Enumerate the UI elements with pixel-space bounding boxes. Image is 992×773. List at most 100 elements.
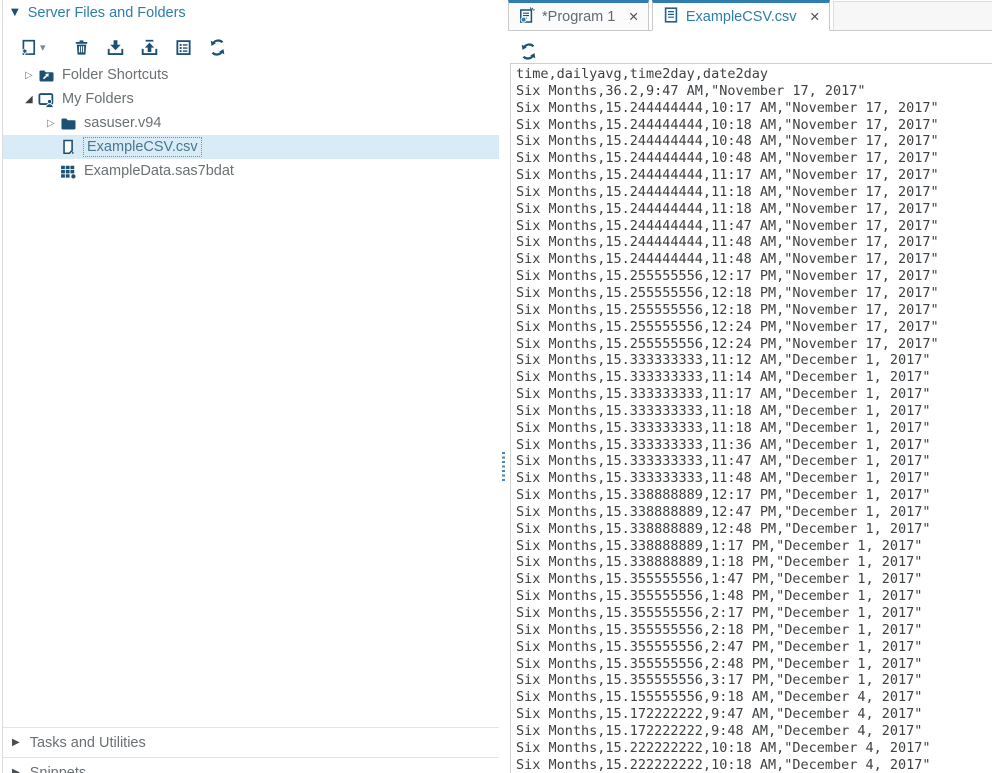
csv-line: Six Months,15.355555556,1:48 PM,"Decembe…	[516, 588, 923, 605]
csv-line: Six Months,15.255555556,12:18 PM,"Novemb…	[516, 284, 939, 301]
csv-line: Six Months,15.338888889,12:17 PM,"Decemb…	[516, 487, 931, 504]
expand-expanded-icon[interactable]: ◢	[25, 94, 38, 105]
text-file-icon	[663, 6, 679, 27]
properties-button[interactable]	[175, 39, 192, 56]
csv-line: Six Months,15.355555556,1:47 PM,"Decembe…	[516, 571, 923, 588]
download-button[interactable]	[107, 39, 124, 56]
download-icon	[107, 39, 124, 56]
section-tasks-and-utilities[interactable]: ▶ Tasks and Utilities	[3, 727, 499, 757]
refresh-icon	[209, 38, 226, 56]
expand-collapsed-icon[interactable]: ▷	[25, 70, 38, 81]
csv-line: Six Months,15.338888889,1:17 PM,"Decembe…	[516, 537, 923, 554]
chevron-right-icon: ▶	[12, 767, 20, 773]
csv-line: Six Months,15.333333333,11:12 AM,"Decemb…	[516, 352, 931, 369]
editor-toolbar	[520, 41, 537, 61]
csv-line: Six Months,15.155555556,9:18 AM,"Decembe…	[516, 689, 923, 706]
csv-line: time,dailyavg,time2day,date2day	[516, 66, 768, 82]
navigation-pane: ▼ Server Files and Folders ▾ ▷ Folder Sh…	[2, 0, 500, 773]
csv-line: Six Months,15.255555556,12:18 PM,"Novemb…	[516, 301, 939, 318]
folder-icon	[60, 115, 77, 132]
csv-line: Six Months,15.333333333,11:48 AM,"Decemb…	[516, 470, 931, 487]
section-server-files-header[interactable]: ▼ Server Files and Folders	[11, 5, 186, 21]
tree-item-label: My Folders	[62, 91, 134, 107]
csv-line: Six Months,15.333333333,11:36 AM,"Decemb…	[516, 436, 931, 453]
tree-item-label: ExampleCSV.csv	[83, 137, 202, 157]
csv-line: Six Months,15.244444444,11:18 AM,"Novemb…	[516, 183, 939, 200]
tree-item-examplecsv[interactable]: ExampleCSV.csv	[3, 135, 499, 159]
csv-line: Six Months,15.338888889,12:48 PM,"Decemb…	[516, 520, 931, 537]
csv-line: Six Months,15.244444444,10:17 AM,"Novemb…	[516, 99, 939, 116]
delete-button[interactable]	[73, 39, 90, 56]
section-snippets[interactable]: ▶ Snippets	[3, 757, 499, 773]
csv-viewer: time,dailyavg,time2day,date2day Six Month…	[510, 63, 992, 773]
properties-list-icon	[175, 39, 192, 56]
upload-icon	[141, 39, 158, 56]
work-area: *Program 1 ✕ ExampleCSV.csv ✕ time,daily…	[508, 0, 992, 773]
tree-item-label: sasuser.v94	[84, 115, 162, 131]
tab-examplecsv[interactable]: ExampleCSV.csv ✕	[651, 0, 830, 31]
upload-button[interactable]	[141, 39, 158, 56]
csv-content[interactable]: time,dailyavg,time2day,date2day Six Month…	[511, 64, 992, 773]
csv-line: Six Months,15.255555556,12:17 PM,"Novemb…	[516, 268, 939, 285]
csv-line: Six Months,15.222222222,10:18 AM,"Decemb…	[516, 739, 931, 756]
csv-line: Six Months,15.244444444,10:48 AM,"Novemb…	[516, 150, 939, 167]
csv-line: Six Months,15.244444444,11:47 AM,"Novemb…	[516, 217, 939, 234]
csv-line: Six Months,15.333333333,11:14 AM,"Decemb…	[516, 369, 931, 386]
csv-line: Six Months,15.333333333,11:18 AM,"Decemb…	[516, 419, 931, 436]
splitter-grip-icon[interactable]	[502, 452, 505, 482]
panel-splitter[interactable]	[499, 0, 509, 773]
chevron-down-icon: ▼	[11, 7, 19, 18]
csv-line: Six Months,15.338888889,1:18 PM,"Decembe…	[516, 554, 923, 571]
tree-item-sasuser[interactable]: ▷ sasuser.v94	[3, 111, 499, 135]
tab-program-1[interactable]: *Program 1 ✕	[508, 0, 649, 31]
csv-line: Six Months,15.244444444,11:18 AM,"Novemb…	[516, 200, 939, 217]
chevron-right-icon: ▶	[12, 737, 20, 748]
tab-label: *Program 1	[542, 8, 616, 25]
tree-item-my-folders[interactable]: ◢ My Folders	[3, 87, 499, 111]
tab-bar: *Program 1 ✕ ExampleCSV.csv ✕	[508, 0, 992, 31]
csv-line: Six Months,15.222222222,10:18 AM,"Decemb…	[516, 756, 931, 773]
csv-line: Six Months,15.333333333,11:17 AM,"Decemb…	[516, 386, 931, 403]
refresh-button[interactable]	[209, 38, 226, 56]
csv-line: Six Months,15.333333333,11:18 AM,"Decemb…	[516, 402, 931, 419]
my-folders-icon	[38, 91, 55, 108]
section-title: Snippets	[29, 764, 87, 773]
tree-item-exampledata[interactable]: ExampleData.sas7bdat	[3, 159, 499, 183]
csv-line: Six Months,15.244444444,10:18 AM,"Novemb…	[516, 116, 939, 133]
csv-line: Six Months,36.2,9:47 AM,"November 17, 20…	[516, 82, 866, 99]
csv-line: Six Months,15.255555556,12:24 PM,"Novemb…	[516, 335, 939, 352]
csv-line: Six Months,15.172222222,9:48 AM,"Decembe…	[516, 722, 923, 739]
tab-bar-filler	[833, 1, 992, 31]
program-icon	[519, 6, 535, 27]
csv-line: Six Months,15.355555556,3:17 PM,"Decembe…	[516, 672, 923, 689]
section-title: Tasks and Utilities	[29, 734, 146, 751]
csv-line: Six Months,15.333333333,11:47 AM,"Decemb…	[516, 453, 931, 470]
csv-line: Six Months,15.172222222,9:47 AM,"Decembe…	[516, 706, 923, 723]
tab-label: ExampleCSV.csv	[685, 8, 797, 25]
close-icon[interactable]: ✕	[810, 9, 820, 24]
csv-line: Six Months,15.355555556,2:18 PM,"Decembe…	[516, 621, 923, 638]
tree-item-label: ExampleData.sas7bdat	[84, 163, 234, 179]
file-tree: ▷ Folder Shortcuts ◢ My Folders ▷ sasuse…	[3, 63, 499, 183]
section-title: Server Files and Folders	[27, 5, 186, 21]
csv-line: Six Months,15.244444444,11:48 AM,"Novemb…	[516, 234, 939, 251]
csv-line: Six Months,15.255555556,12:24 PM,"Novemb…	[516, 318, 939, 335]
close-icon[interactable]: ✕	[628, 9, 638, 24]
csv-line: Six Months,15.355555556,2:47 PM,"Decembe…	[516, 638, 923, 655]
csv-line: Six Months,15.338888889,12:47 PM,"Decemb…	[516, 503, 931, 520]
expand-collapsed-icon[interactable]: ▷	[47, 118, 60, 129]
trash-icon	[73, 39, 90, 56]
csv-line: Six Months,15.244444444,11:48 AM,"Novemb…	[516, 251, 939, 268]
csv-file-icon	[60, 139, 77, 156]
refresh-icon	[520, 42, 537, 60]
new-file-button[interactable]: ▾	[20, 39, 46, 56]
shortcut-folder-icon	[38, 67, 55, 84]
csv-line: Six Months,15.244444444,11:17 AM,"Novemb…	[516, 167, 939, 184]
new-file-icon	[20, 39, 37, 56]
sas-studio-window: ▼ Server Files and Folders ▾ ▷ Folder Sh…	[0, 0, 992, 773]
files-toolbar: ▾	[20, 33, 226, 61]
chevron-down-icon: ▾	[40, 40, 46, 54]
refresh-file-button[interactable]	[520, 42, 537, 60]
tree-item-folder-shortcuts[interactable]: ▷ Folder Shortcuts	[3, 63, 499, 87]
csv-line: Six Months,15.244444444,10:48 AM,"Novemb…	[516, 133, 939, 150]
